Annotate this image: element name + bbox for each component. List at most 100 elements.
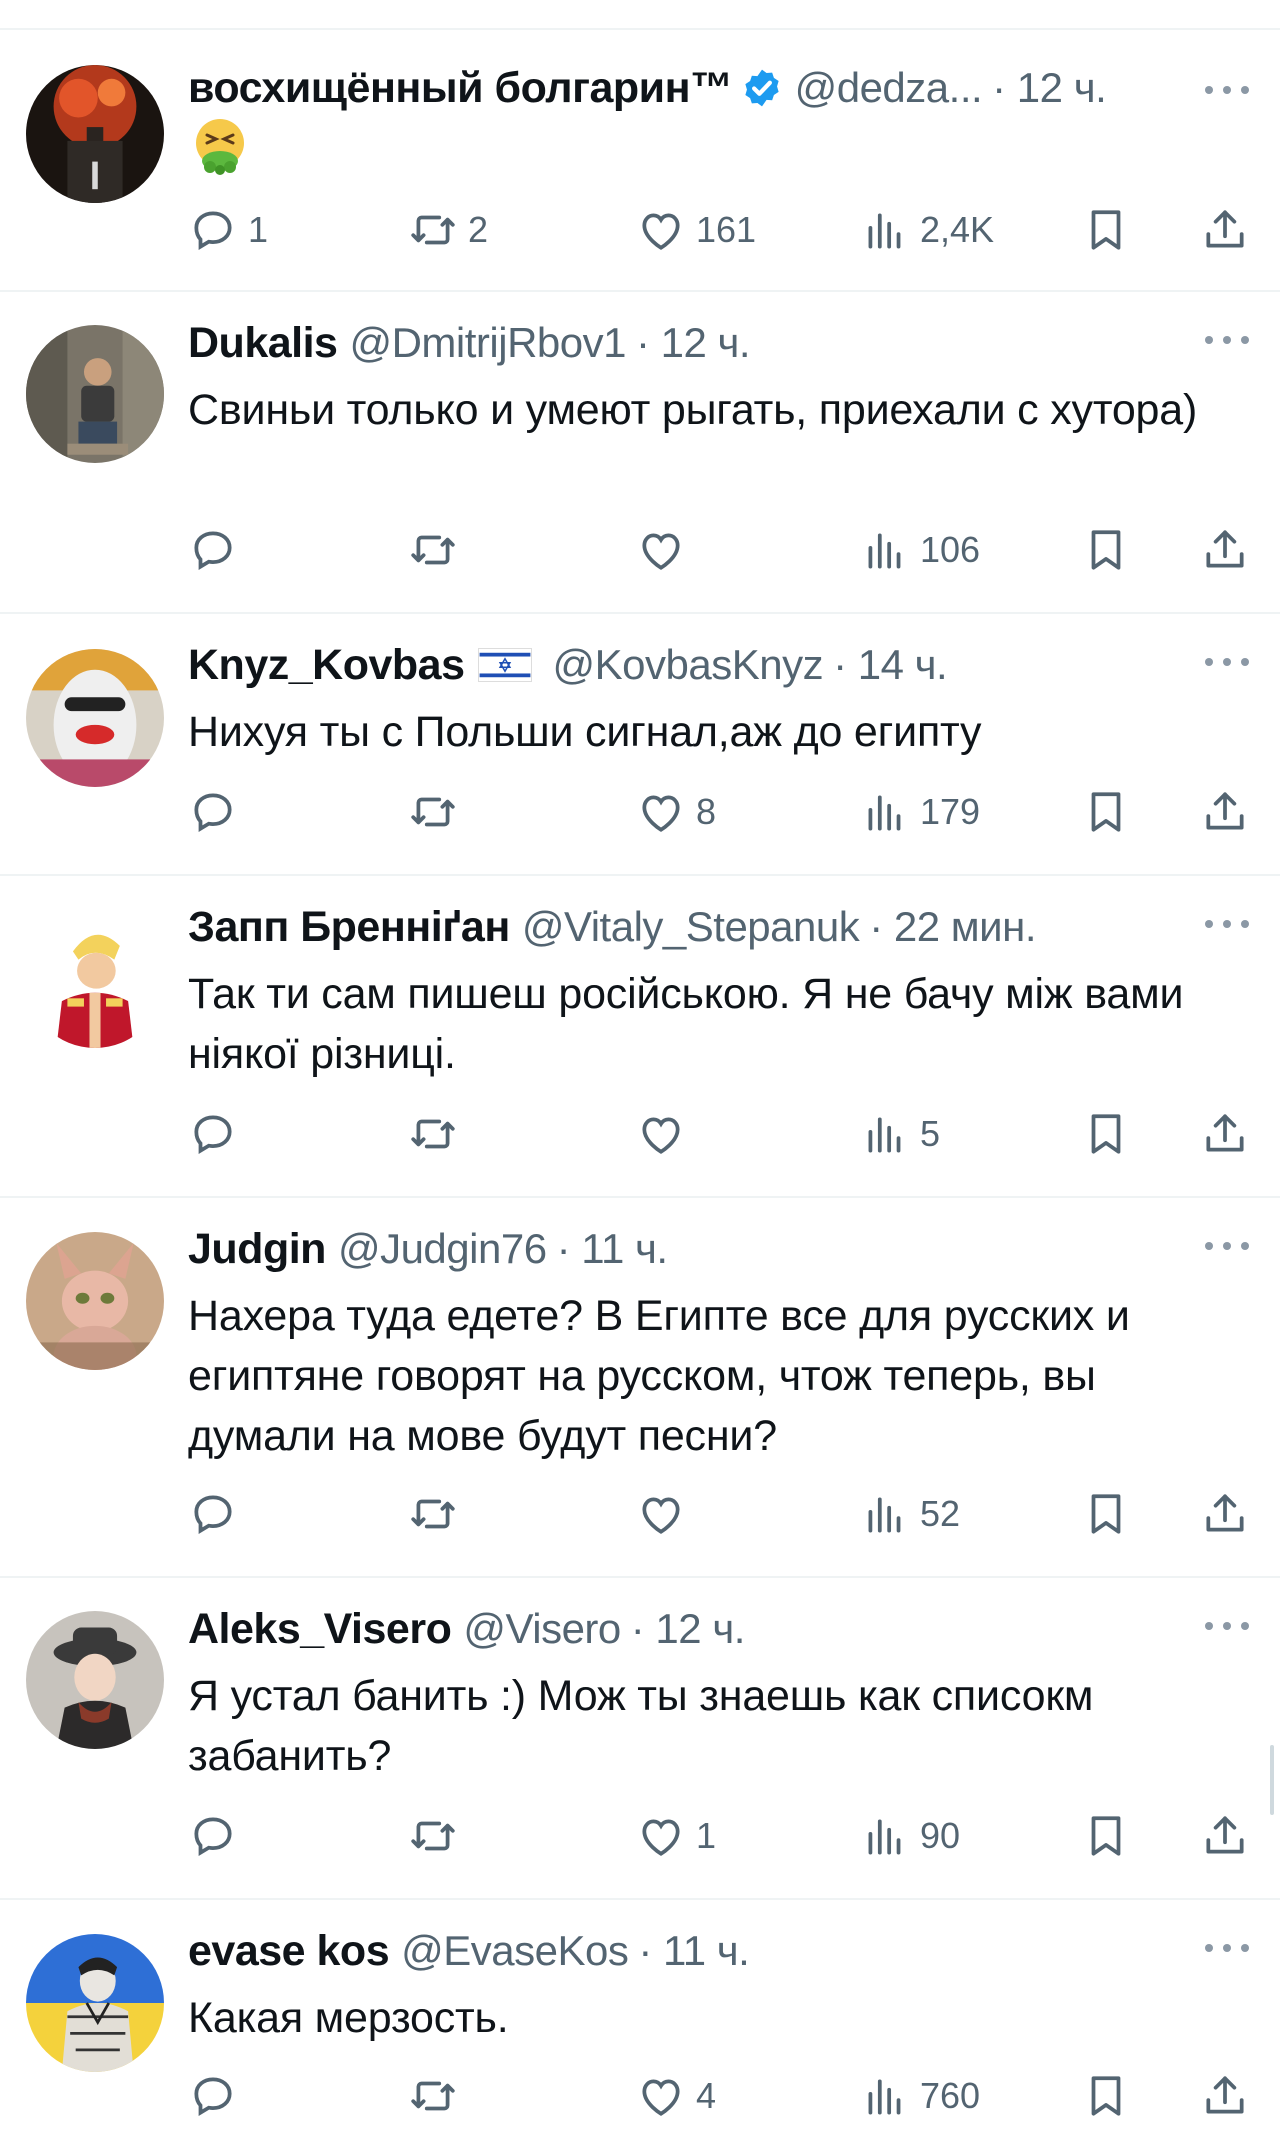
display-name[interactable]: восхищённый болгарин™ [188, 63, 733, 113]
reply-button[interactable] [188, 2068, 248, 2124]
retweet-button[interactable] [408, 784, 468, 840]
tweet[interactable]: Knyz_Kovbas @KovbasKnyz · 14 ч. Нихуя ты… [0, 614, 1280, 876]
handle[interactable]: @EvaseKos [401, 1926, 629, 1976]
handle[interactable]: @Judgin76 [338, 1224, 547, 1274]
bookmark-button[interactable] [1081, 522, 1131, 578]
tweet-header: Aleks_Visero @Visero · 12 ч. [188, 1604, 745, 1654]
bookmark-button[interactable] [1081, 2068, 1131, 2124]
share-icon [1206, 1494, 1244, 1532]
timestamp[interactable]: · 11 ч. [638, 1926, 749, 1976]
like-button[interactable]: 1 [636, 1808, 716, 1864]
bookmark-button[interactable] [1081, 202, 1131, 258]
tweet[interactable]: Dukalis @DmitrijRbov1 · 12 ч. Свиньи тол… [0, 292, 1280, 614]
tweet[interactable]: Aleks_Visero @Visero · 12 ч. Я устал бан… [0, 1578, 1280, 1900]
like-button[interactable]: 8 [636, 784, 716, 840]
timestamp[interactable]: · 12 ч. [631, 1604, 746, 1654]
tweet[interactable]: evase kos @EvaseKos · 11 ч. Какая мерзос… [0, 1900, 1280, 2144]
reply-button[interactable] [188, 784, 248, 840]
views-button[interactable]: 760 [860, 2068, 980, 2124]
tweet-header: Dukalis @DmitrijRbov1 · 12 ч. [188, 318, 751, 368]
views-button[interactable]: 2,4K [860, 202, 994, 258]
like-button[interactable]: 161 [636, 202, 756, 258]
reply-button[interactable] [188, 522, 248, 578]
retweet-button[interactable] [408, 1106, 468, 1162]
share-button[interactable] [1200, 1106, 1250, 1162]
handle[interactable]: @dedza... [795, 63, 983, 113]
reply-button[interactable]: 1 [188, 202, 268, 258]
share-button[interactable] [1200, 1808, 1250, 1864]
like-button[interactable] [636, 1486, 696, 1542]
like-button[interactable] [636, 1106, 696, 1162]
avatar[interactable] [26, 65, 164, 203]
timestamp[interactable]: · 11 ч. [557, 1224, 668, 1274]
avatar[interactable] [26, 1934, 164, 2072]
retweet-count: 2 [468, 209, 489, 250]
scrollbar[interactable] [1270, 1745, 1274, 1815]
reply-button[interactable] [188, 1486, 248, 1542]
bookmark-button[interactable] [1081, 1106, 1131, 1162]
display-name[interactable]: Dukalis [188, 318, 338, 368]
heart-icon [642, 213, 680, 250]
avatar[interactable] [26, 910, 164, 1048]
views-count: 179 [920, 791, 981, 832]
tweet[interactable]: Judgin @Judgin76 · 11 ч. Нахера туда еде… [0, 1198, 1280, 1578]
display-name[interactable]: Запп Бренніґан [188, 902, 510, 952]
retweet-icon [411, 1119, 455, 1149]
reply-button[interactable] [188, 1106, 248, 1162]
display-name[interactable]: Aleks_Visero [188, 1604, 452, 1654]
share-button[interactable] [1200, 1486, 1250, 1542]
reply-button[interactable] [188, 1808, 248, 1864]
retweet-button[interactable] [408, 522, 468, 578]
bookmark-button[interactable] [1081, 1486, 1131, 1542]
more-options-icon[interactable] [1205, 80, 1249, 100]
like-button[interactable]: 4 [636, 2068, 716, 2124]
handle[interactable]: @DmitrijRbov1 [349, 318, 626, 368]
bookmark-icon [1091, 210, 1121, 250]
views-button[interactable]: 106 [860, 522, 980, 578]
retweet-button[interactable] [408, 2068, 468, 2124]
more-options-icon[interactable] [1205, 1236, 1249, 1256]
views-button[interactable]: 52 [860, 1486, 960, 1542]
retweet-button[interactable] [408, 1808, 468, 1864]
timestamp[interactable]: · 12 ч. [636, 318, 751, 368]
more-options-icon[interactable] [1205, 1616, 1249, 1636]
retweet-button[interactable] [408, 1486, 468, 1542]
display-name[interactable]: evase kos [188, 1926, 390, 1976]
timestamp[interactable]: · 22 мин. [869, 902, 1036, 952]
handle[interactable]: @Visero [463, 1604, 621, 1654]
bookmark-button[interactable] [1081, 784, 1131, 840]
display-name[interactable]: Judgin [188, 1224, 326, 1274]
timestamp[interactable]: · 14 ч. [833, 640, 948, 690]
views-button[interactable]: 5 [860, 1106, 940, 1162]
avatar[interactable] [26, 325, 164, 463]
views-chart-icon [868, 1819, 901, 1855]
timestamp[interactable]: · 12 ч. [992, 63, 1107, 113]
views-button[interactable]: 179 [860, 784, 980, 840]
retweet-icon [411, 2081, 455, 2111]
share-button[interactable] [1200, 522, 1250, 578]
more-options-icon[interactable] [1205, 330, 1249, 350]
handle[interactable]: @Vitaly_Stepanuk [522, 902, 860, 952]
views-count: 52 [920, 1493, 961, 1534]
tweet-text: Какая мерзость. [188, 1994, 509, 2042]
more-options-icon[interactable] [1205, 914, 1249, 934]
share-button[interactable] [1200, 784, 1250, 840]
views-button[interactable]: 90 [860, 1808, 960, 1864]
avatar[interactable] [26, 1611, 164, 1749]
tweet-header: Knyz_Kovbas @KovbasKnyz · 14 ч. [188, 640, 948, 690]
more-options-icon[interactable] [1205, 652, 1249, 672]
bookmark-button[interactable] [1081, 1808, 1131, 1864]
tweet[interactable]: восхищённый болгарин™ @dedza... · 12 ч. [0, 30, 1280, 292]
display-name[interactable]: Knyz_Kovbas [188, 640, 465, 690]
avatar[interactable] [26, 1232, 164, 1370]
tweet[interactable]: Запп Бренніґан @Vitaly_Stepanuk · 22 мин… [0, 876, 1280, 1198]
like-button[interactable] [636, 522, 696, 578]
tweet-text: Нихуя ты с Польши сигнал,аж до египту [188, 708, 982, 756]
reply-icon [194, 1495, 232, 1534]
more-options-icon[interactable] [1205, 1938, 1249, 1958]
retweet-button[interactable]: 2 [408, 202, 488, 258]
share-button[interactable] [1200, 2068, 1250, 2124]
handle[interactable]: @KovbasKnyz [552, 640, 823, 690]
share-button[interactable] [1200, 202, 1250, 258]
avatar[interactable] [26, 649, 164, 787]
